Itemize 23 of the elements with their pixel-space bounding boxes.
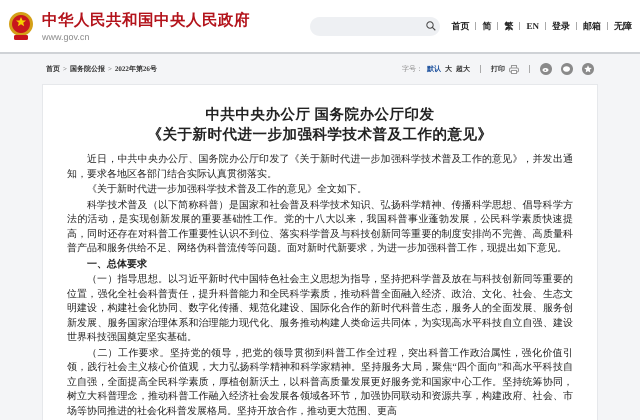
nav-link[interactable]: 繁 — [504, 20, 514, 32]
site-title: 中华人民共和国中央人民政府 — [42, 10, 250, 31]
printer-icon[interactable] — [509, 64, 519, 74]
chat-share-icon[interactable] — [561, 63, 573, 75]
nav-link[interactable]: 无障 — [614, 20, 632, 32]
article-paragraph: （二）工作要求。坚持党的领导，把党的领导贯彻到科普工作全过程，突出科普工作政治属性，强化价值引领，践行社会主义核心价值观，大力弘扬科学精神和科学家精神。坚持服务大局，聚焦“四个面向”和高水平科技自立自强，全面提高全民科学素质，厚植创新沃土，以科普高质量发展更好服务党和国家中心工作。坚持统筹协同，树立大科普理念，推动科普工作融入经济社会发展各领域各环节，加强协同联动和资源共享，构建政府、社会、市场等协同推进的社会化科普发展格局。坚持开放合作，推动更大范围、更高 — [67, 346, 573, 418]
article-title: 《关于新时代进一步加强科学技术普及工作的意见》 — [146, 125, 494, 145]
search-field[interactable] — [310, 16, 440, 36]
article-paragraph: 《关于新时代进一步加强科学技术普及工作的意见》全文如下。 — [86, 183, 368, 197]
article-title: 中共中央办公厅 国务院办公厅印发 — [204, 106, 436, 125]
article-paragraph: 科学技术普及（以下简称科普）是国家和社会普及科学技术知识、弘扬科学精神、传播科学思想、倡导科学方法的活动，是实现创新发展的重要基础性工作。党的十八大以来，我国科普事业蓬勃发展，公民科学素质快速提高，同时还存在对科普工作重要性认识不到位、落实科学普及与科技创新同等重要的制度安排尚不完善、高质量科普产品和服务供给不足、网络伪科普流传等问题。面对新时代新要求，为进一步加强科普工作，现提出如下意见。 — [67, 198, 573, 256]
star-share-icon[interactable] — [582, 63, 594, 75]
nav-link[interactable]: EN — [526, 21, 539, 31]
nav-link[interactable]: 登录 — [552, 20, 570, 32]
search-icon — [426, 21, 436, 31]
article-paragraph: （一）指导思想。以习近平新时代中国特色社会主义思想为指导，坚持把科学普及放在与科技创新同等重要的位置，强化全社会科普责任，提升科普能力和全民科学素质，推动科普全面融入经济、政治、文化、社会、生态文明建设，构建社会化协同、数字化传播、规范化建设、国际化合作的新时代科普生态，服务人的全面发展、服务创新发展、服务国家治理体系和治理能力现代化、服务推动构建人类命运共同体，为实现高水平科技自立自强、建设世界科技强国奠定坚实基础。 — [67, 273, 573, 345]
section-heading: 一、总体要求 — [86, 258, 148, 272]
nav-link[interactable]: 简 — [482, 20, 492, 32]
article-paragraph: 近日，中共中央办公厅、国务院办公厅印发了《关于新时代进一步加强科学技术普及工作的意见》，并发出通知，要求各地区各部门结合实际认真贯彻落实。 — [67, 153, 573, 182]
nav-link[interactable]: 首页 — [451, 20, 470, 32]
nav-link[interactable]: 邮箱 — [583, 20, 601, 32]
site-url: www.gov.cn — [42, 32, 90, 42]
national-emblem-icon — [8, 11, 34, 41]
